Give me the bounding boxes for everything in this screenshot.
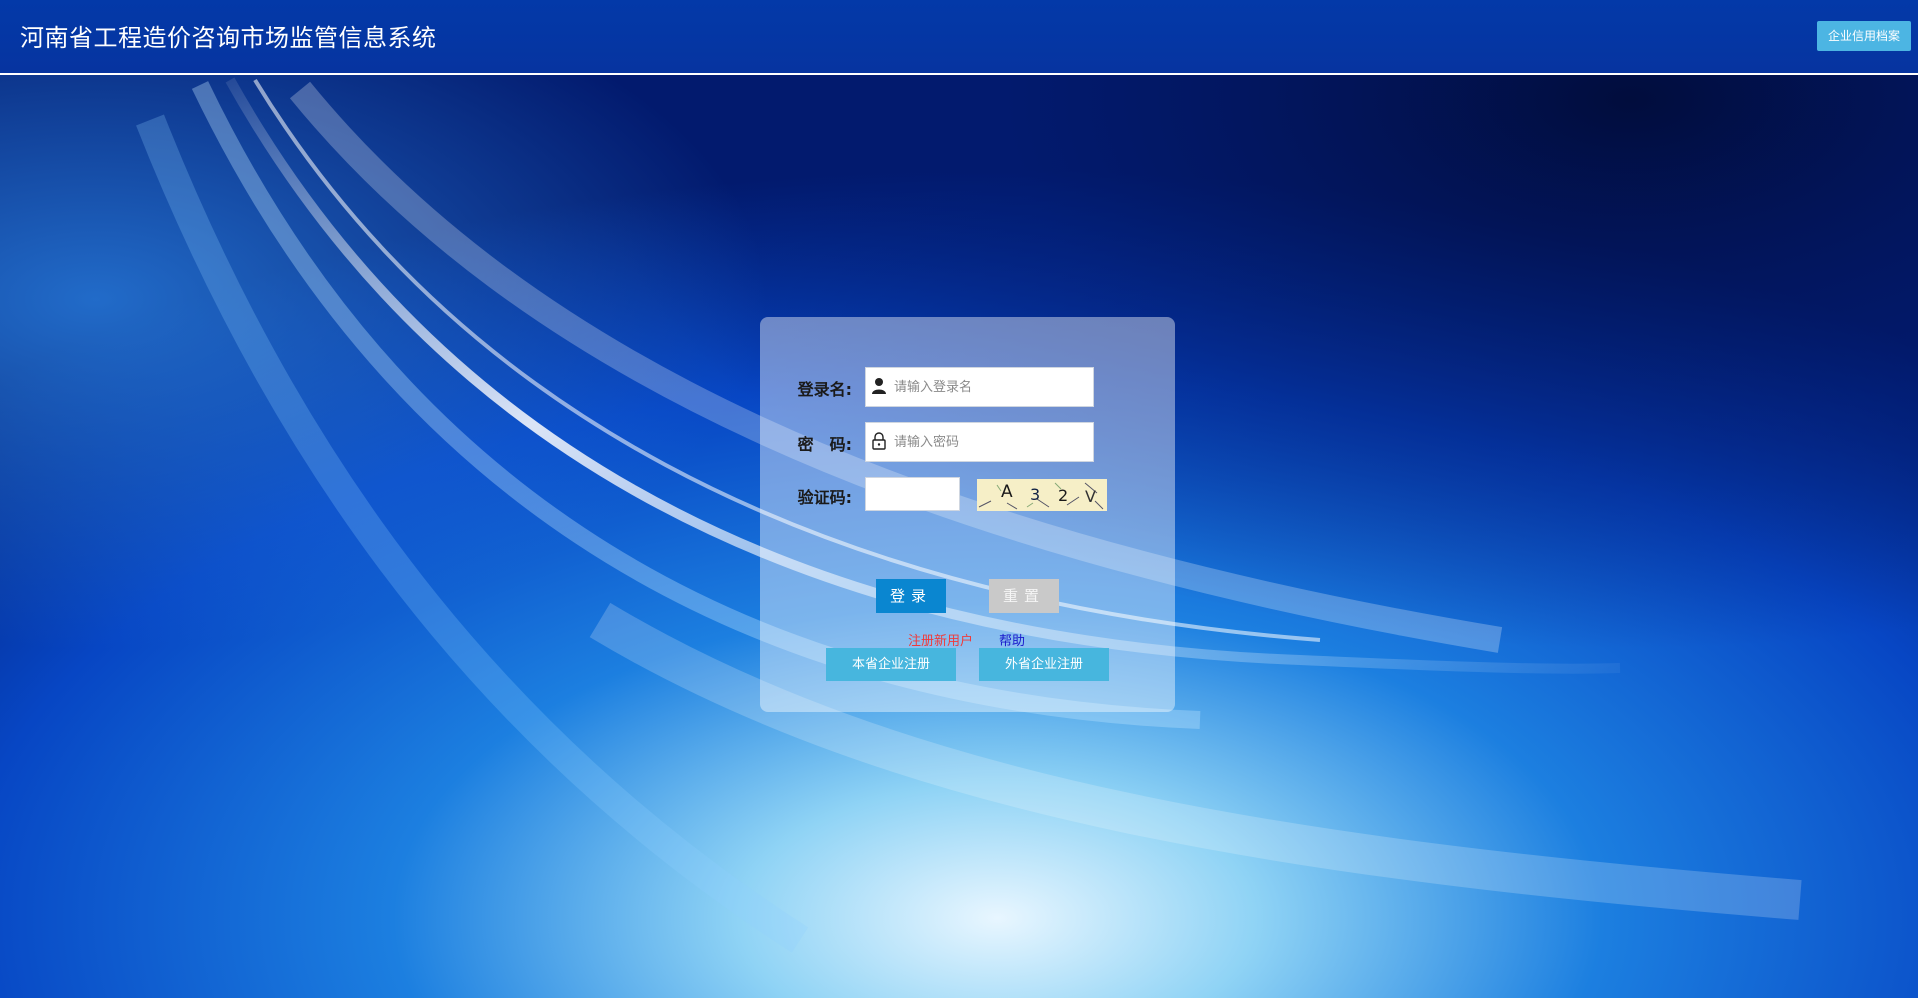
captcha-char: 3 (1030, 485, 1041, 504)
register-new-user-link[interactable]: 注册新用户 (908, 630, 973, 649)
captcha-char: 2 (1058, 486, 1069, 505)
username-field[interactable] (865, 367, 1094, 407)
local-enterprise-register-button[interactable]: 本省企业注册 (826, 648, 956, 681)
captcha-char: A (1001, 482, 1013, 502)
help-link[interactable]: 帮助 (999, 630, 1025, 649)
enterprise-credit-button[interactable]: 企业信用档案 (1817, 21, 1911, 51)
outside-enterprise-register-button[interactable]: 外省企业注册 (979, 648, 1109, 681)
captcha-label: 验证码: (797, 488, 852, 507)
reset-button[interactable]: 重置 (989, 579, 1059, 613)
header-bar: 河南省工程造价咨询市场监管信息系统 企业信用档案 (0, 0, 1918, 75)
captcha-image[interactable]: A 3 2 V (977, 479, 1107, 511)
username-label: 登录名: (797, 380, 852, 399)
captcha-char: V (1085, 487, 1096, 506)
password-field[interactable] (865, 422, 1094, 462)
captcha-input[interactable] (865, 477, 960, 511)
login-button[interactable]: 登录 (876, 579, 946, 613)
password-label: 密 码: (797, 435, 852, 454)
lock-icon (872, 432, 886, 450)
login-panel: 登录名: 密 码: 验证码: A 3 (760, 317, 1175, 712)
login-page: 河南省工程造价咨询市场监管信息系统 企业信用档案 登录名: 密 码: 验证码: (0, 0, 1918, 998)
password-input[interactable] (894, 423, 1089, 461)
app-title: 河南省工程造价咨询市场监管信息系统 (20, 24, 437, 52)
user-icon (872, 378, 886, 394)
username-input[interactable] (894, 368, 1089, 406)
